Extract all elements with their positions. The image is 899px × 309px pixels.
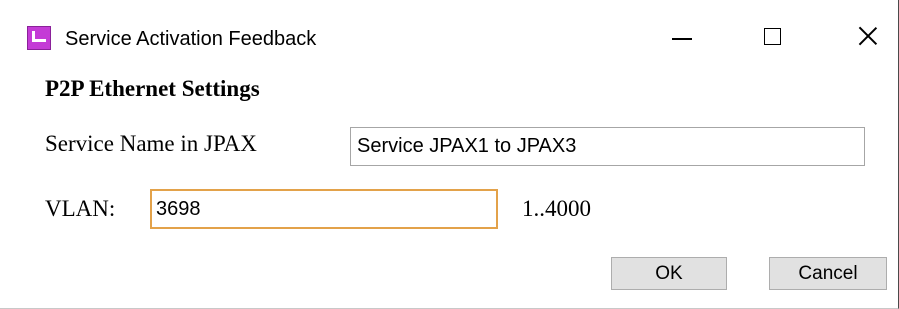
- maximize-icon: [763, 27, 781, 45]
- vlan-range-hint: 1..4000: [522, 196, 591, 221]
- minimize-icon: [672, 38, 692, 40]
- section-title: P2P Ethernet Settings: [45, 76, 260, 101]
- dialog-window: Service Activation Feedback P2P Ethernet…: [0, 0, 899, 309]
- ok-button[interactable]: OK: [611, 257, 727, 290]
- cancel-button[interactable]: Cancel: [769, 257, 887, 290]
- window-title: Service Activation Feedback: [65, 28, 317, 50]
- maximize-button[interactable]: [744, 14, 800, 58]
- service-name-label: Service Name in JPAX: [45, 131, 257, 156]
- close-icon: [858, 26, 878, 46]
- vlan-label: VLAN:: [45, 196, 116, 221]
- minimize-button[interactable]: [654, 14, 710, 58]
- title-bar[interactable]: Service Activation Feedback: [0, 0, 898, 58]
- service-name-input[interactable]: [350, 127, 865, 166]
- close-button[interactable]: [840, 14, 896, 58]
- vlan-input[interactable]: [150, 189, 498, 229]
- app-icon: [27, 26, 51, 50]
